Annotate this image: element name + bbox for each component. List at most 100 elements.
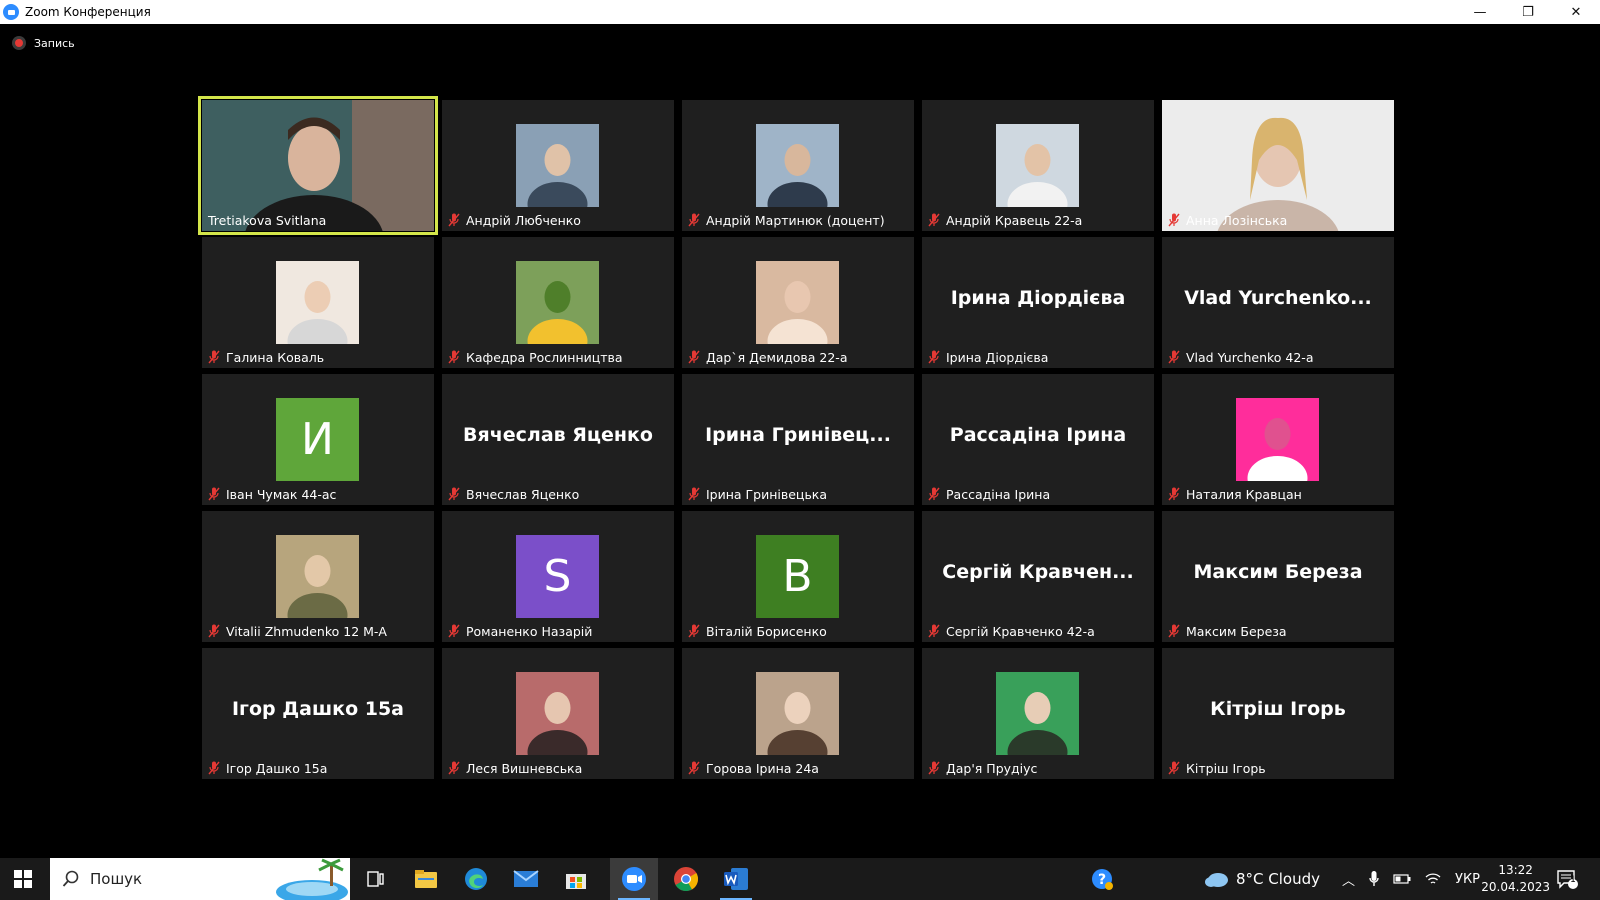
mic-muted-icon bbox=[208, 350, 220, 364]
participant-name: Рассадіна Ірина bbox=[946, 486, 1051, 502]
window-title: Zoom Конференция bbox=[25, 5, 151, 19]
participant-tile[interactable]: Ігор Дашко 15а Ігор Дашко 15а bbox=[202, 648, 434, 779]
participant-name-label: Вячеслав Яценко bbox=[442, 483, 585, 505]
windows-start-icon[interactable] bbox=[14, 870, 32, 888]
recording-indicator[interactable]: Запись bbox=[12, 36, 75, 50]
participant-photo bbox=[516, 261, 599, 363]
participant-tile[interactable]: Рассадіна Ірина Рассадіна Ірина bbox=[922, 374, 1154, 505]
taskbar-word[interactable] bbox=[712, 858, 760, 900]
taskbar-file-explorer[interactable] bbox=[402, 858, 450, 900]
participant-name: Ігор Дашко 15а bbox=[226, 760, 328, 776]
weather-text: 8°C Cloudy bbox=[1236, 870, 1321, 888]
taskbar: Пошук ? 8°C Cloudy ︿ УКР 13:22 20.04.202… bbox=[0, 858, 1600, 900]
participant-name: Віталій Борисенко bbox=[706, 623, 827, 639]
participant-name-label: Віталій Борисенко bbox=[682, 620, 833, 642]
participant-name-label: Андрій Мартинюк (доцент) bbox=[682, 209, 891, 231]
participant-name-label: Леся Вишневська bbox=[442, 757, 588, 779]
participant-name: Максим Береза bbox=[1186, 623, 1287, 639]
participant-tile[interactable]: Дар`я Демидова 22-а bbox=[682, 237, 914, 368]
close-button[interactable]: ✕ bbox=[1552, 0, 1600, 24]
taskbar-zoom[interactable] bbox=[610, 858, 658, 900]
system-tray: ︿ УКР bbox=[1342, 858, 1480, 900]
participant-name-label: Ірина Діордієва bbox=[922, 346, 1054, 368]
participant-tile[interactable]: Горова Ірина 24а bbox=[682, 648, 914, 779]
participant-name: Дар`я Демидова 22-а bbox=[706, 349, 848, 365]
mic-muted-icon bbox=[208, 487, 220, 501]
participant-tile[interactable]: Анна Лозінська bbox=[1162, 100, 1394, 231]
mic-muted-icon bbox=[448, 761, 460, 775]
mic-muted-icon bbox=[208, 761, 220, 775]
participant-tile[interactable]: Вячеслав Яценко Вячеслав Яценко bbox=[442, 374, 674, 505]
clock-date: 20.04.2023 bbox=[1481, 880, 1550, 894]
weather-widget[interactable]: 8°C Cloudy bbox=[1204, 858, 1320, 900]
participant-tile[interactable]: Максим Береза Максим Береза bbox=[1162, 511, 1394, 642]
mic-muted-icon bbox=[928, 487, 940, 501]
wifi-icon[interactable] bbox=[1425, 872, 1441, 886]
participant-tile[interactable]: Андрій Мартинюк (доцент) bbox=[682, 100, 914, 231]
participant-tile[interactable]: Наталия Кравцан bbox=[1162, 374, 1394, 505]
participant-photo bbox=[1236, 398, 1319, 500]
participant-photo bbox=[276, 535, 359, 637]
participant-photo bbox=[756, 124, 839, 226]
taskbar-clock[interactable]: 13:22 20.04.2023 bbox=[1481, 862, 1550, 896]
participant-name-label: Кафедра Рослинництва bbox=[442, 346, 629, 368]
help-icon: ? bbox=[1092, 869, 1113, 890]
taskbar-edge[interactable] bbox=[452, 858, 500, 900]
taskbar-mail[interactable] bbox=[502, 858, 550, 900]
taskbar-search[interactable]: Пошук bbox=[50, 858, 350, 900]
participant-name: Андрій Мартинюк (доцент) bbox=[706, 212, 885, 228]
participant-name-label: Іван Чумак 44-ас bbox=[202, 483, 342, 505]
participant-display-name: Vlad Yurchenko... bbox=[1184, 287, 1372, 309]
participant-tile[interactable]: Галина Коваль bbox=[202, 237, 434, 368]
participant-photo bbox=[516, 124, 599, 226]
participant-name-label: Горова Ірина 24а bbox=[682, 757, 825, 779]
participant-tile[interactable]: Vitalii Zhmudenko 12 М-А bbox=[202, 511, 434, 642]
participant-tile[interactable]: Кітріш Ігорь Кітріш Ігорь bbox=[1162, 648, 1394, 779]
taskbar-chrome[interactable] bbox=[662, 858, 710, 900]
mic-muted-icon bbox=[928, 213, 940, 227]
participant-tile[interactable]: Леся Вишневська bbox=[442, 648, 674, 779]
microphone-icon[interactable] bbox=[1369, 871, 1379, 887]
participant-tile[interactable]: Сергій Кравчен... Сергій Кравченко 42-а bbox=[922, 511, 1154, 642]
participant-tile[interactable]: B Віталій Борисенко bbox=[682, 511, 914, 642]
participant-name-label: Tretiakova Svitlana bbox=[202, 209, 332, 231]
edge-icon bbox=[465, 868, 487, 890]
mic-muted-icon bbox=[1168, 213, 1180, 227]
window-controls: — ❐ ✕ bbox=[1456, 0, 1600, 24]
word-icon bbox=[724, 868, 748, 890]
task-view-button[interactable] bbox=[352, 858, 400, 900]
help-tray[interactable]: ? bbox=[1090, 858, 1114, 900]
restore-button[interactable]: ❐ bbox=[1504, 0, 1552, 24]
minimize-button[interactable]: — bbox=[1456, 0, 1504, 24]
store-icon bbox=[566, 874, 586, 889]
language-indicator[interactable]: УКР bbox=[1455, 872, 1480, 887]
participant-name: Дар'я Прудіус bbox=[946, 760, 1038, 776]
participant-tile[interactable]: S Романенко Назарій bbox=[442, 511, 674, 642]
notification-center[interactable]: 1 bbox=[1556, 858, 1578, 900]
participant-display-name: Ірина Гринівец... bbox=[705, 424, 891, 446]
clock-time: 13:22 bbox=[1498, 863, 1533, 877]
chevron-up-icon[interactable]: ︿ bbox=[1342, 870, 1355, 889]
participant-initial-avatar: S bbox=[516, 535, 599, 618]
mic-muted-icon bbox=[688, 350, 700, 364]
participant-tile[interactable]: Дар'я Прудіус bbox=[922, 648, 1154, 779]
participant-tile[interactable]: И Іван Чумак 44-ас bbox=[202, 374, 434, 505]
participant-name-label: Ірина Гринівецька bbox=[682, 483, 833, 505]
battery-icon[interactable] bbox=[1393, 874, 1411, 884]
participant-photo bbox=[756, 261, 839, 363]
participant-tile[interactable]: Ірина Гринівец... Ірина Гринівецька bbox=[682, 374, 914, 505]
participant-initial-avatar: И bbox=[276, 398, 359, 481]
participant-tile[interactable]: Ірина Діордієва Ірина Діордієва bbox=[922, 237, 1154, 368]
participant-display-name: Ігор Дашко 15а bbox=[231, 698, 404, 720]
participant-name: Ірина Діордієва bbox=[946, 349, 1049, 365]
taskbar-store[interactable] bbox=[552, 858, 600, 900]
participant-tile[interactable]: Андрій Кравець 22-а bbox=[922, 100, 1154, 231]
participant-tile[interactable]: Tretiakova Svitlana bbox=[198, 96, 438, 235]
zoom-icon bbox=[622, 867, 646, 891]
participant-tile[interactable]: Кафедра Рослинництва bbox=[442, 237, 674, 368]
participant-display-name: Сергій Кравчен... bbox=[942, 561, 1134, 583]
participant-display-name: Кітріш Ігорь bbox=[1210, 698, 1346, 720]
participant-tile[interactable]: Vlad Yurchenko... Vlad Yurchenko 42-а bbox=[1162, 237, 1394, 368]
participant-tile[interactable]: Андрій Любченко bbox=[442, 100, 674, 231]
mic-muted-icon bbox=[1168, 487, 1180, 501]
